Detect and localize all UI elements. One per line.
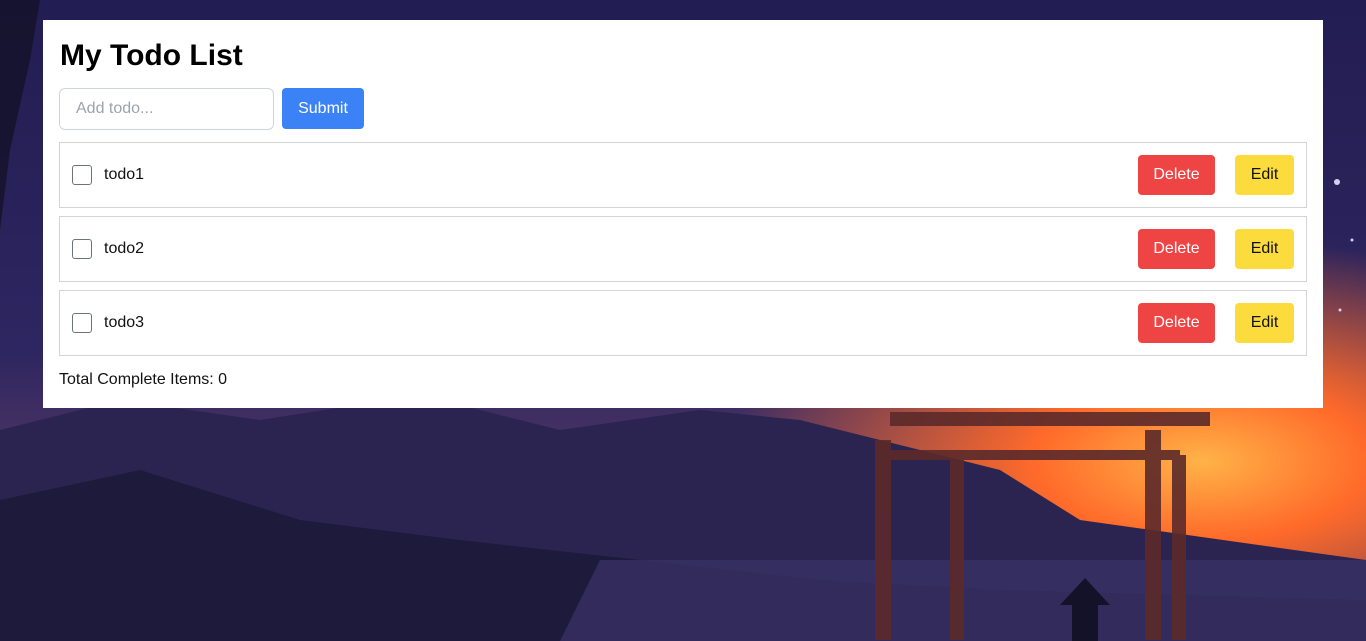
todo-item: todo1 Delete Edit xyxy=(59,142,1307,208)
todo-text: todo2 xyxy=(104,240,145,257)
delete-button[interactable]: Delete xyxy=(1138,303,1215,343)
edit-button[interactable]: Edit xyxy=(1235,155,1294,195)
todo-checkbox[interactable] xyxy=(72,313,92,333)
todo-text: todo1 xyxy=(104,166,145,183)
add-todo-form: Submit xyxy=(59,88,364,130)
edit-button[interactable]: Edit xyxy=(1235,303,1294,343)
todo-card: My Todo List Submit todo1 Delete Edit to… xyxy=(43,20,1323,408)
submit-button[interactable]: Submit xyxy=(282,88,364,129)
edit-button[interactable]: Edit xyxy=(1235,229,1294,269)
total-complete-count: Total Complete Items: 0 xyxy=(59,371,228,388)
todo-checkbox[interactable] xyxy=(72,165,92,185)
todo-checkbox[interactable] xyxy=(72,239,92,259)
todo-text: todo3 xyxy=(104,314,145,331)
add-todo-input[interactable] xyxy=(59,88,274,130)
todo-list: todo1 Delete Edit todo2 Delete Edit todo… xyxy=(59,142,1307,364)
todo-item: todo3 Delete Edit xyxy=(59,290,1307,356)
todo-item: todo2 Delete Edit xyxy=(59,216,1307,282)
delete-button[interactable]: Delete xyxy=(1138,229,1215,269)
delete-button[interactable]: Delete xyxy=(1138,155,1215,195)
page-title: My Todo List xyxy=(60,39,243,72)
